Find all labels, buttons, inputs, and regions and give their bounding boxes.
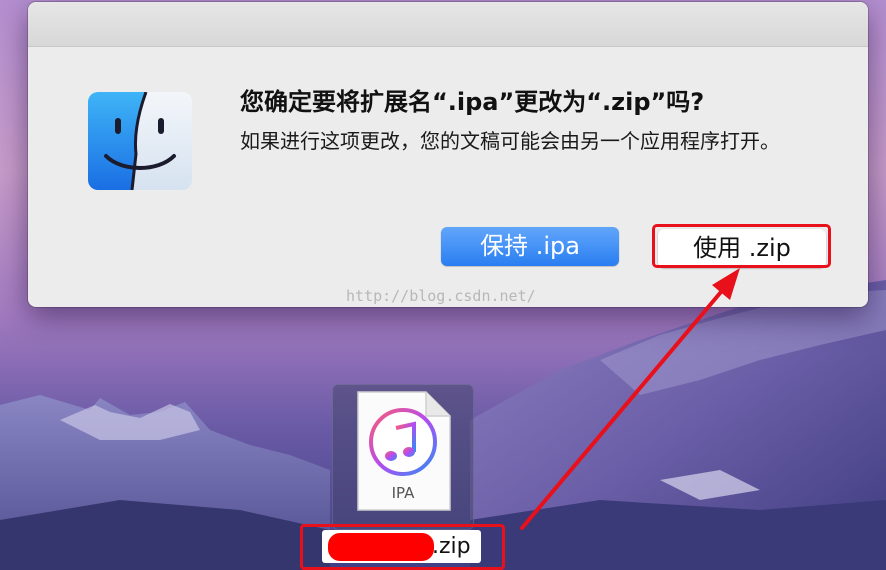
rename-confirmation-dialog: 您确定要将扩展名“.ipa”更改为“.zip”吗? 如果进行这项更改，您的文稿可… — [28, 2, 868, 307]
watermark: http://blog.csdn.net/ — [346, 287, 536, 305]
finder-icon — [88, 92, 192, 190]
dialog-message: 如果进行这项更改，您的文稿可能会由另一个应用程序打开。 — [240, 129, 780, 153]
desktop: 您确定要将扩展名“.ipa”更改为“.zip”吗? 如果进行这项更改，您的文稿可… — [0, 0, 886, 570]
dialog-title: 您确定要将扩展名“.ipa”更改为“.zip”吗? — [240, 88, 705, 116]
file-type-label: IPA — [391, 484, 415, 502]
use-button-annotation-box — [652, 224, 831, 268]
filename-annotation-box — [300, 524, 505, 570]
keep-ipa-button[interactable]: 保持 .ipa — [441, 227, 619, 266]
dialog-titlebar — [28, 2, 868, 47]
ipa-file-icon[interactable]: IPA — [354, 390, 452, 514]
